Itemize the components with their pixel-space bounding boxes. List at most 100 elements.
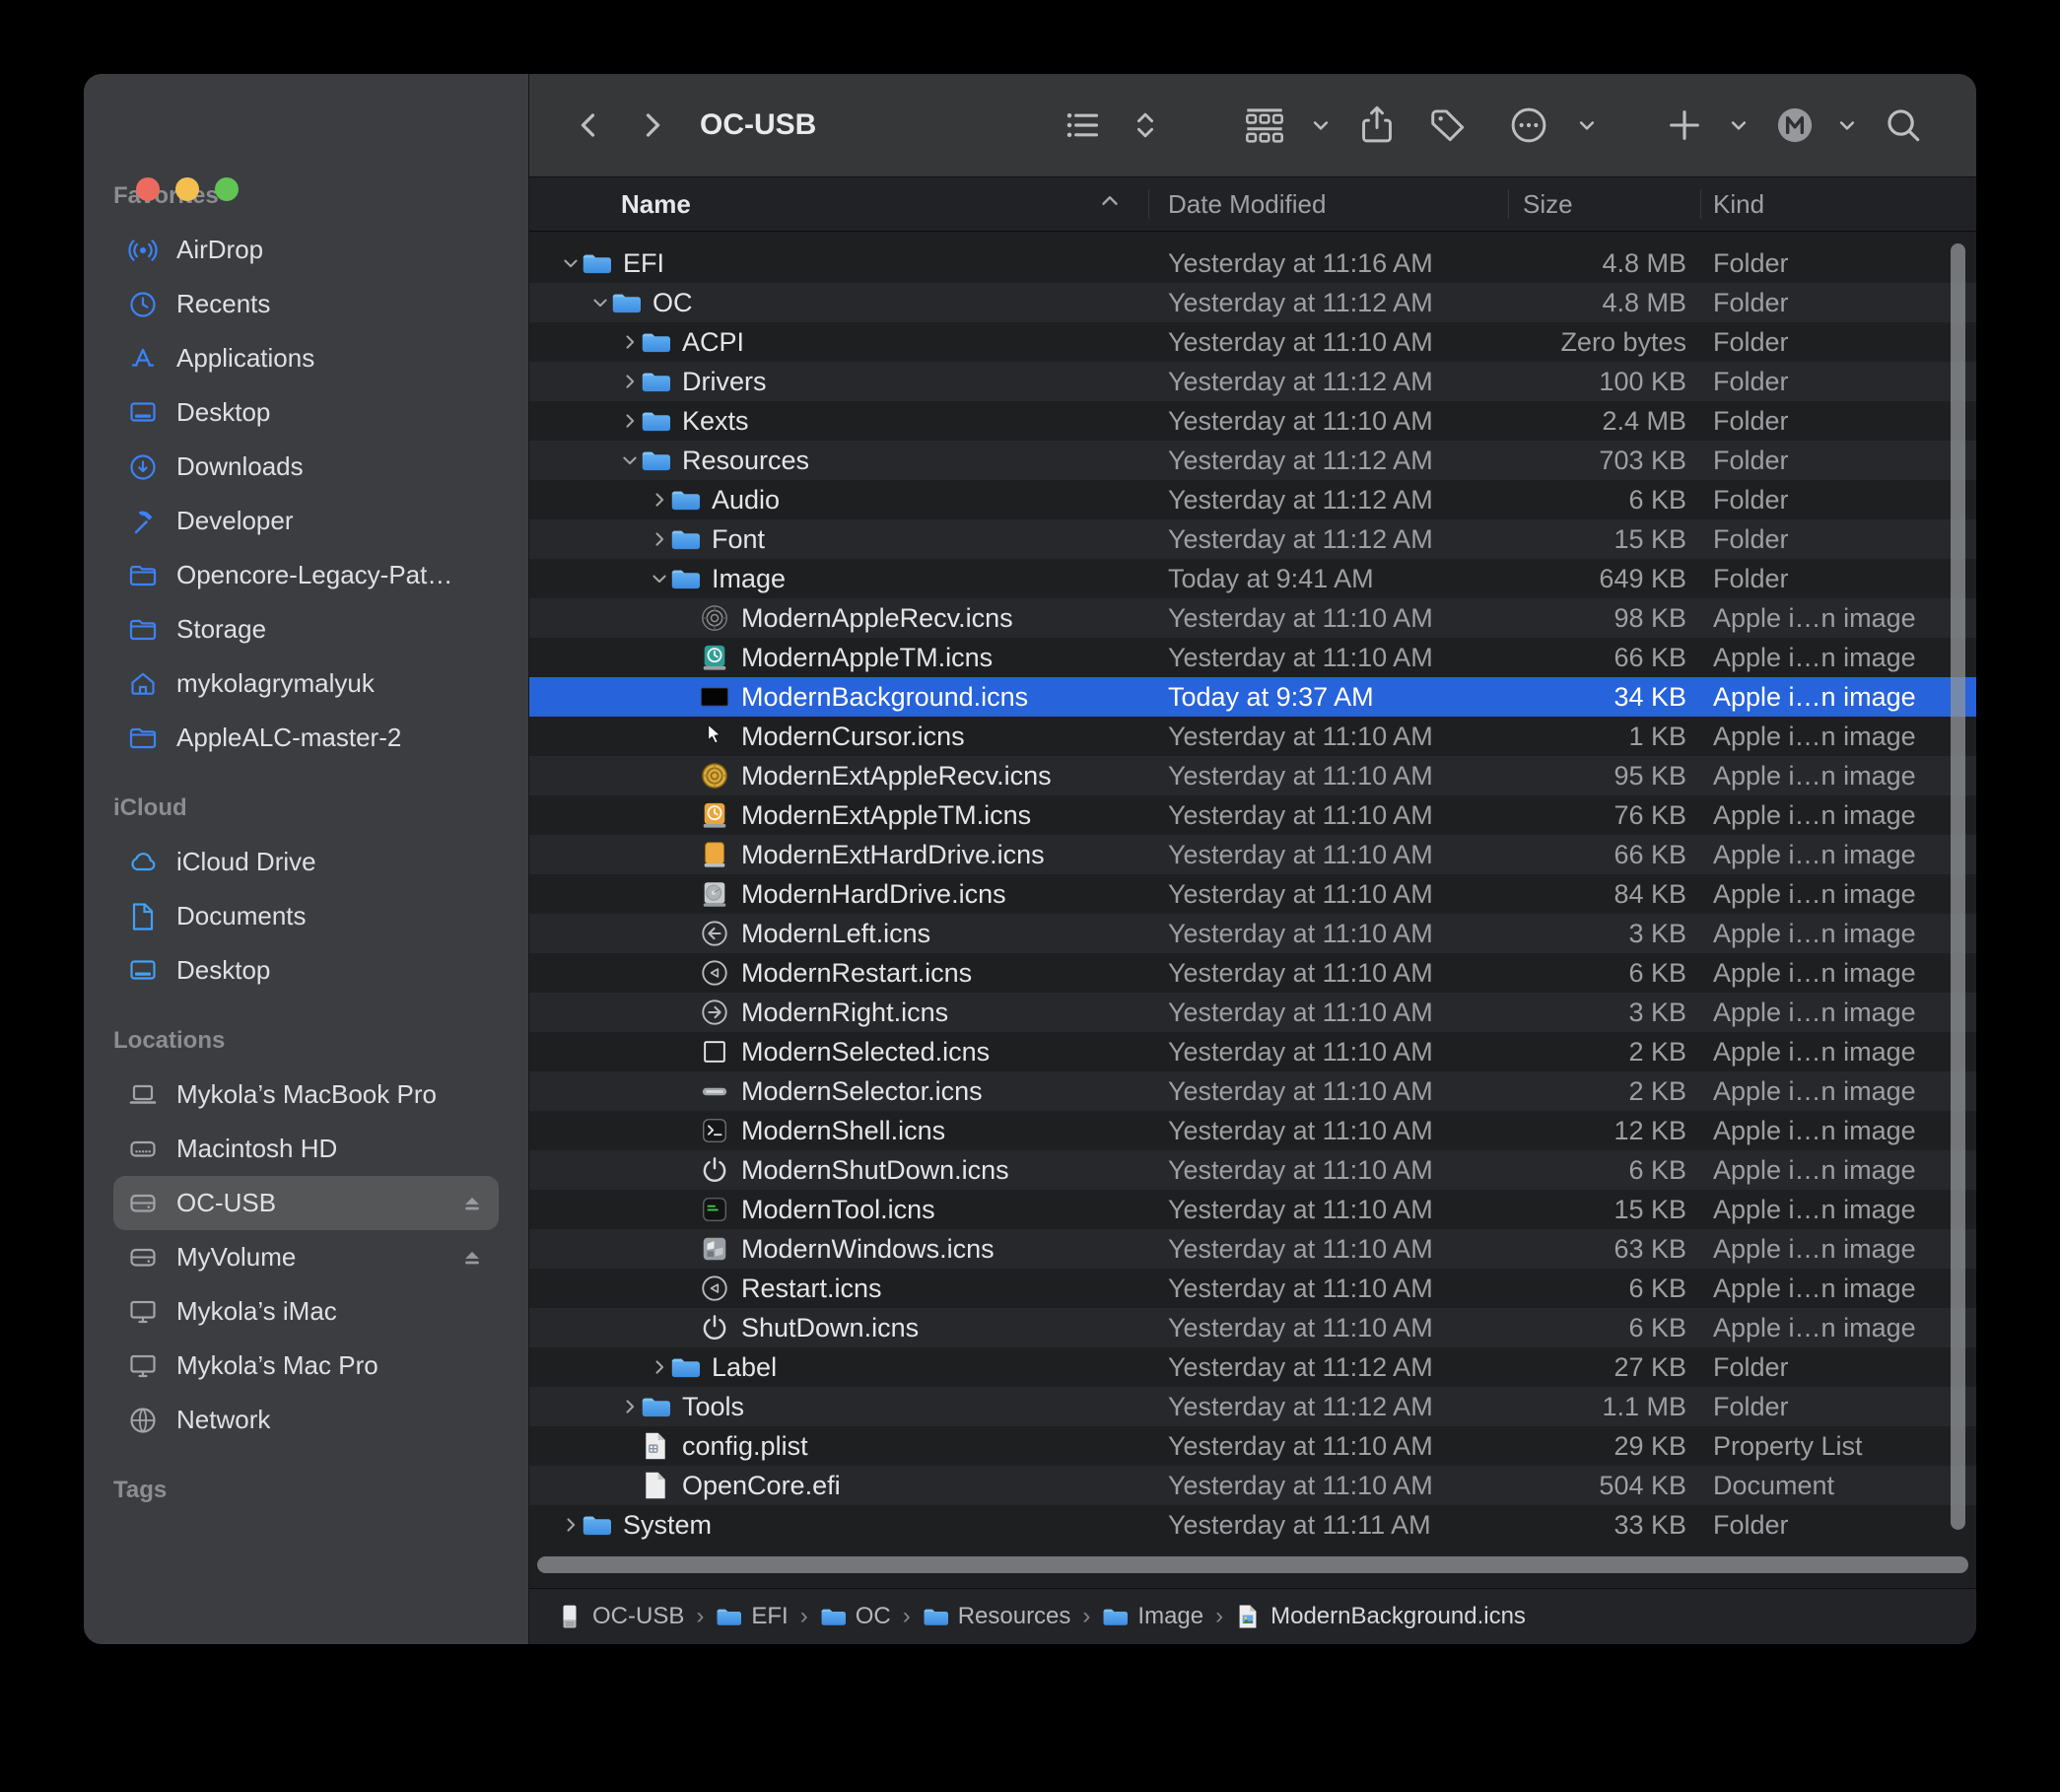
disclosure-chevron-icon[interactable] <box>560 1514 582 1536</box>
file-row[interactable]: AudioYesterday at 11:12 AM6 KBFolder <box>529 480 1976 519</box>
file-row[interactable]: ModernShutDown.icnsYesterday at 11:10 AM… <box>529 1150 1976 1190</box>
eject-icon[interactable] <box>459 1191 485 1216</box>
disclosure-chevron-icon[interactable] <box>619 449 641 471</box>
sidebar-item-desktop[interactable]: Desktop <box>113 943 499 998</box>
account-chevron-icon[interactable] <box>1832 110 1862 140</box>
file-row[interactable]: ImageToday at 9:41 AM649 KBFolder <box>529 559 1976 598</box>
disclosure-chevron-icon[interactable] <box>649 528 670 550</box>
column-header-kind[interactable]: Kind <box>1700 177 1976 231</box>
more-actions-chevron-icon[interactable] <box>1572 110 1602 140</box>
sidebar-item-applications[interactable]: Applications <box>113 331 499 385</box>
search-button[interactable] <box>1882 103 1925 147</box>
file-row[interactable]: SystemYesterday at 11:11 AM33 KBFolder <box>529 1505 1976 1542</box>
forward-button[interactable] <box>633 105 672 145</box>
sidebar-item-airdrop[interactable]: AirDrop <box>113 223 499 277</box>
file-row[interactable]: DriversYesterday at 11:12 AM100 KBFolder <box>529 362 1976 401</box>
file-size: 3 KB <box>1508 998 1700 1028</box>
file-row[interactable]: Restart.icnsYesterday at 11:10 AM6 KBApp… <box>529 1269 1976 1308</box>
zoom-button[interactable] <box>215 177 239 201</box>
sidebar-item-developer[interactable]: Developer <box>113 494 499 548</box>
file-row[interactable]: ModernRight.icnsYesterday at 11:10 AM3 K… <box>529 993 1976 1032</box>
sidebar-item-recents[interactable]: Recents <box>113 277 499 331</box>
sidebar-item-mykola-s-macbook-pro[interactable]: Mykola’s MacBook Pro <box>113 1068 499 1122</box>
group-by-icon[interactable] <box>1241 102 1288 149</box>
disclosure-chevron-icon[interactable] <box>560 252 582 274</box>
close-button[interactable] <box>136 177 160 201</box>
new-item-chevron-icon[interactable] <box>1724 110 1753 140</box>
sidebar-item-mykola-s-imac[interactable]: Mykola’s iMac <box>113 1284 499 1339</box>
disclosure-chevron-icon[interactable] <box>649 568 670 589</box>
horizontal-scrollbar[interactable] <box>537 1556 1968 1573</box>
file-date: Yesterday at 11:10 AM <box>1148 919 1508 949</box>
breadcrumb-item[interactable]: ModernBackground.icns <box>1235 1603 1526 1630</box>
file-row[interactable]: ModernTool.icnsYesterday at 11:10 AM15 K… <box>529 1190 1976 1229</box>
file-row[interactable]: ToolsYesterday at 11:12 AM1.1 MBFolder <box>529 1387 1976 1426</box>
share-button[interactable] <box>1355 103 1399 147</box>
sidebar-item-macintosh-hd[interactable]: Macintosh HD <box>113 1122 499 1176</box>
file-row[interactable]: FontYesterday at 11:12 AM15 KBFolder <box>529 519 1976 559</box>
disclosure-chevron-icon[interactable] <box>589 292 611 313</box>
column-header-size[interactable]: Size <box>1508 177 1700 231</box>
file-row[interactable]: ModernSelector.icnsYesterday at 11:10 AM… <box>529 1071 1976 1111</box>
file-row[interactable]: OCYesterday at 11:12 AM4.8 MBFolder <box>529 283 1976 322</box>
sidebar-item-opencore-legacy-pat-[interactable]: Opencore-Legacy-Pat… <box>113 548 499 602</box>
list-view-icon[interactable] <box>1062 103 1105 147</box>
file-row[interactable]: KextsYesterday at 11:10 AM2.4 MBFolder <box>529 401 1976 441</box>
breadcrumb-item[interactable]: OC-USB <box>557 1603 684 1630</box>
breadcrumb-item[interactable]: Resources <box>923 1603 1071 1630</box>
file-row[interactable]: ACPIYesterday at 11:10 AMZero bytesFolde… <box>529 322 1976 362</box>
column-header-date[interactable]: Date Modified <box>1148 177 1508 231</box>
back-button[interactable] <box>569 105 608 145</box>
column-header-name[interactable]: Name <box>529 177 1148 231</box>
disclosure-chevron-icon[interactable] <box>649 1356 670 1378</box>
file-row[interactable]: ModernAppleTM.icnsYesterday at 11:10 AM6… <box>529 638 1976 677</box>
sort-chevrons-icon[interactable] <box>1129 108 1162 142</box>
sidebar-item-myvolume[interactable]: MyVolume <box>113 1230 499 1284</box>
file-row[interactable]: ModernAppleRecv.icnsYesterday at 11:10 A… <box>529 598 1976 638</box>
sidebar-item-storage[interactable]: Storage <box>113 602 499 656</box>
disclosure-chevron-icon[interactable] <box>619 1396 641 1417</box>
tag-button[interactable] <box>1426 103 1470 147</box>
sidebar-item-downloads[interactable]: Downloads <box>113 440 499 494</box>
eject-icon[interactable] <box>459 1245 485 1271</box>
breadcrumb-item[interactable]: Image <box>1102 1603 1203 1630</box>
file-row[interactable]: ShutDown.icnsYesterday at 11:10 AM6 KBAp… <box>529 1308 1976 1347</box>
sidebar-item-desktop[interactable]: Desktop <box>113 385 499 440</box>
file-row[interactable]: ModernHardDrive.icnsYesterday at 11:10 A… <box>529 874 1976 914</box>
vertical-scrollbar[interactable] <box>1951 243 1965 1530</box>
breadcrumb-item[interactable]: OC <box>820 1603 891 1630</box>
file-row[interactable]: EFIYesterday at 11:16 AM4.8 MBFolder <box>529 243 1976 283</box>
disclosure-chevron-icon[interactable] <box>619 331 641 353</box>
file-row[interactable]: OpenCore.efiYesterday at 11:10 AM504 KBD… <box>529 1466 1976 1505</box>
file-row[interactable]: ModernSelected.icnsYesterday at 11:10 AM… <box>529 1032 1976 1071</box>
account-badge[interactable] <box>1773 103 1817 147</box>
file-row[interactable]: ModernCursor.icnsYesterday at 11:10 AM1 … <box>529 717 1976 756</box>
sidebar-item-documents[interactable]: Documents <box>113 889 499 943</box>
file-row[interactable]: ModernRestart.icnsYesterday at 11:10 AM6… <box>529 953 1976 993</box>
file-row[interactable]: ModernLeft.icnsYesterday at 11:10 AM3 KB… <box>529 914 1976 953</box>
file-row[interactable]: ModernExtHardDrive.icnsYesterday at 11:1… <box>529 835 1976 874</box>
sidebar-item-applealc-master-2[interactable]: AppleALC-master-2 <box>113 711 499 765</box>
new-item-button[interactable] <box>1665 105 1704 145</box>
disclosure-chevron-icon[interactable] <box>619 371 641 392</box>
file-row[interactable]: ModernWindows.icnsYesterday at 11:10 AM6… <box>529 1229 1976 1269</box>
sidebar-item-mykolagrymalyuk[interactable]: mykolagrymalyuk <box>113 656 499 711</box>
breadcrumb-item[interactable]: EFI <box>716 1603 788 1630</box>
disclosure-chevron-icon[interactable] <box>619 410 641 432</box>
file-row[interactable]: config.plistYesterday at 11:10 AM29 KBPr… <box>529 1426 1976 1466</box>
sidebar-item-icloud-drive[interactable]: iCloud Drive <box>113 835 499 889</box>
file-row[interactable]: ModernExtAppleRecv.icnsYesterday at 11:1… <box>529 756 1976 795</box>
file-row[interactable]: ResourcesYesterday at 11:12 AM703 KBFold… <box>529 441 1976 480</box>
disclosure-chevron-icon[interactable] <box>649 489 670 511</box>
minimize-button[interactable] <box>175 177 199 201</box>
file-size: 66 KB <box>1508 840 1700 870</box>
sidebar-item-network[interactable]: Network <box>113 1393 499 1447</box>
sidebar-item-mykola-s-mac-pro[interactable]: Mykola’s Mac Pro <box>113 1339 499 1393</box>
file-row[interactable]: LabelYesterday at 11:12 AM27 KBFolder <box>529 1347 1976 1387</box>
more-actions-button[interactable] <box>1507 103 1550 147</box>
file-row[interactable]: ModernShell.icnsYesterday at 11:10 AM12 … <box>529 1111 1976 1150</box>
file-row[interactable]: ModernBackground.icnsToday at 9:37 AM34 … <box>529 677 1976 717</box>
group-by-chevron-icon[interactable] <box>1306 110 1336 140</box>
sidebar-item-oc-usb[interactable]: OC-USB <box>113 1176 499 1230</box>
file-row[interactable]: ModernExtAppleTM.icnsYesterday at 11:10 … <box>529 795 1976 835</box>
